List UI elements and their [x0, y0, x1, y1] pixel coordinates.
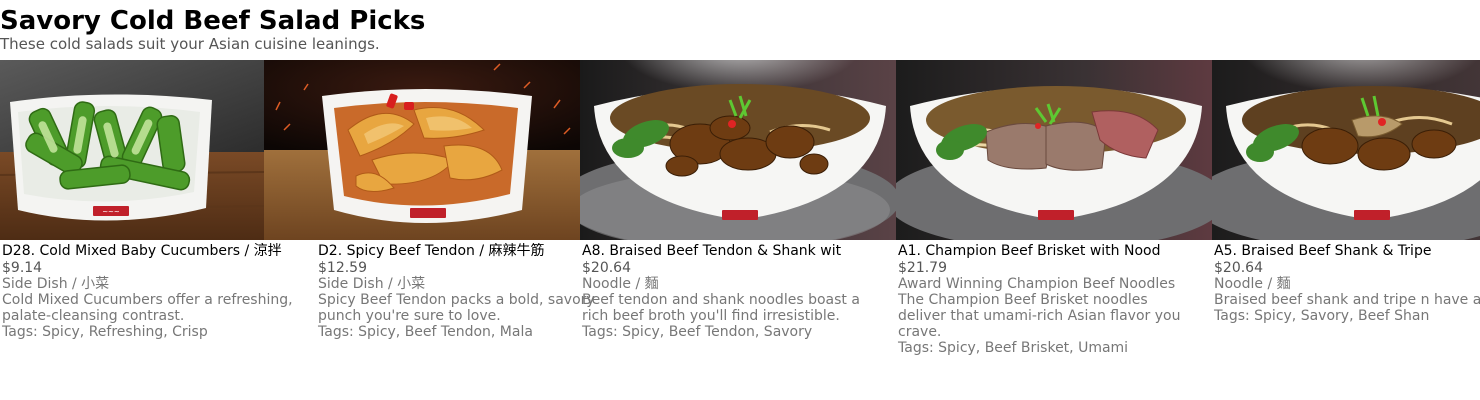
product-tags: Tags: Spicy, Beef Tendon, Savory: [582, 324, 813, 340]
product-price: $20.64: [1214, 260, 1263, 276]
product-name[interactable]: A1. Champion Beef Brisket with Nood: [898, 243, 1193, 259]
product-tags: Tags: Spicy, Savory, Beef Shan: [1214, 308, 1430, 324]
product-description: Beef tendon and shank noodles boast a ri…: [582, 292, 860, 324]
product-info: A8. Braised Beef Tendon & Shank wit $20.…: [582, 243, 877, 340]
product-card[interactable]: D2. Spicy Beef Tendon / 麻辣牛筋 $12.59 Side…: [264, 60, 595, 400]
product-tags: Tags: Spicy, Beef Tendon, Mala: [318, 324, 533, 340]
product-price: $9.14: [2, 260, 43, 276]
product-tags: Tags: Spicy, Beef Brisket, Umami: [898, 340, 1129, 356]
product-photo[interactable]: [580, 60, 896, 240]
product-photo[interactable]: [896, 60, 1212, 240]
product-category: Award Winning Champion Beef Noodles: [898, 276, 1176, 292]
product-photo[interactable]: [1212, 60, 1480, 240]
noodle-bowl-photo: [580, 60, 896, 240]
cucumber-dish-photo: ~~~: [0, 60, 264, 240]
product-name[interactable]: D28. Cold Mixed Baby Cucumbers / 涼拌: [2, 243, 297, 259]
product-name[interactable]: A5. Braised Beef Shank & Tripe: [1214, 243, 1480, 259]
product-info: D28. Cold Mixed Baby Cucumbers / 涼拌 $9.1…: [2, 243, 297, 340]
product-photo[interactable]: ~~~: [0, 60, 264, 240]
product-price: $12.59: [318, 260, 367, 276]
product-name[interactable]: A8. Braised Beef Tendon & Shank wit: [582, 243, 877, 259]
noodle-bowl-photo: [1212, 60, 1480, 240]
product-info: A5. Braised Beef Shank & Tripe $20.64 No…: [1214, 243, 1480, 324]
product-description: The Champion Beef Brisket noodles delive…: [898, 292, 1181, 340]
product-info: A1. Champion Beef Brisket with Nood $21.…: [898, 243, 1193, 356]
product-category: Side Dish / 小菜: [318, 276, 426, 292]
product-price: $20.64: [582, 260, 631, 276]
svg-text:~~~: ~~~: [102, 208, 120, 216]
product-description: Braised beef shank and tripe n have a da…: [1214, 292, 1480, 308]
product-price: $21.79: [898, 260, 947, 276]
beef-tendon-dish-photo: [264, 60, 580, 240]
product-category: Noodle / 麵: [582, 276, 659, 292]
product-card[interactable]: A1. Champion Beef Brisket with Nood $21.…: [896, 60, 1212, 400]
product-card[interactable]: A8. Braised Beef Tendon & Shank wit $20.…: [580, 60, 896, 400]
product-card[interactable]: A5. Braised Beef Shank & Tripe $20.64 No…: [1212, 60, 1480, 400]
product-photo[interactable]: [264, 60, 580, 240]
page-title: Savory Cold Beef Salad Picks: [0, 6, 426, 36]
product-description: Cold Mixed Cucumbers offer a refreshing,…: [2, 292, 293, 324]
product-card[interactable]: ~~~ D28. Cold Mixed Baby Cucumbers / 涼拌 …: [0, 60, 293, 400]
page-subtitle: These cold salads suit your Asian cuisin…: [0, 35, 380, 53]
product-info: D2. Spicy Beef Tendon / 麻辣牛筋 $12.59 Side…: [318, 243, 613, 340]
product-description: Spicy Beef Tendon packs a bold, savory p…: [318, 292, 595, 324]
product-category: Side Dish / 小菜: [2, 276, 110, 292]
product-category: Noodle / 麵: [1214, 276, 1291, 292]
product-name[interactable]: D2. Spicy Beef Tendon / 麻辣牛筋: [318, 243, 613, 259]
product-tags: Tags: Spicy, Refreshing, Crisp: [2, 324, 208, 340]
noodle-bowl-photo: [896, 60, 1212, 240]
product-carousel[interactable]: ~~~ D28. Cold Mixed Baby Cucumbers / 涼拌 …: [0, 60, 1480, 400]
